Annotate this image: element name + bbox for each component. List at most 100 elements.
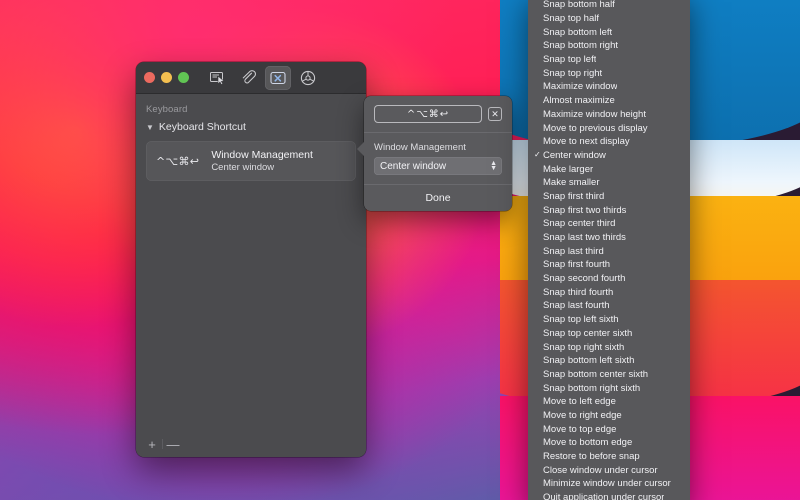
menu-item-label: Center window	[543, 150, 606, 161]
menu-item-label: Restore to before snap	[543, 451, 640, 462]
menu-item[interactable]: Move to bottom edge	[528, 436, 690, 450]
menu-item[interactable]: Snap top left sixth	[528, 313, 690, 327]
menu-item[interactable]: Maximize window	[528, 80, 690, 94]
menu-item[interactable]: Snap bottom left	[528, 25, 690, 39]
menu-item[interactable]: Quit application under cursor	[528, 491, 690, 500]
traffic-light-group	[144, 72, 189, 83]
toolbar	[205, 66, 321, 90]
window-footer: + —	[136, 431, 366, 457]
section-title: Keyboard	[146, 104, 356, 115]
footer-divider	[162, 439, 163, 449]
shortcut-field-row: ^⌥⌘↩ ✕	[374, 105, 502, 123]
menu-item-label: Snap center third	[543, 218, 615, 229]
menu-item-label: Make smaller	[543, 177, 600, 188]
menu-item-label: Snap top right	[543, 68, 602, 79]
menu-item[interactable]: Almost maximize	[528, 94, 690, 108]
menu-item-label: Quit application under cursor	[543, 492, 664, 500]
steering-wheel-icon	[300, 70, 316, 86]
menu-item-label: Snap bottom right	[543, 40, 618, 51]
keyboard-shortcut-icon	[270, 71, 286, 85]
disclosure-label: Keyboard Shortcut	[159, 121, 246, 133]
shortcut-text-group: Window Management Center window	[211, 149, 313, 173]
menu-item[interactable]: Move to right edge	[528, 409, 690, 423]
done-button[interactable]: Done	[425, 192, 450, 204]
menu-item[interactable]: Snap top left	[528, 53, 690, 67]
action-select[interactable]: Center window ▲▼	[374, 157, 502, 175]
minimize-button[interactable]	[161, 72, 172, 83]
menu-item[interactable]: Snap bottom right sixth	[528, 381, 690, 395]
menu-item-label: Snap second fourth	[543, 273, 625, 284]
menu-item[interactable]: Snap bottom center sixth	[528, 368, 690, 382]
menu-item[interactable]: Snap bottom right	[528, 39, 690, 53]
menu-item[interactable]: Move to previous display	[528, 121, 690, 135]
menu-item-label: Move to left edge	[543, 396, 616, 407]
menu-item[interactable]: Move to left edge	[528, 395, 690, 409]
menu-item[interactable]: Minimize window under cursor	[528, 477, 690, 491]
remove-shortcut-button[interactable]: —	[165, 436, 181, 452]
zoom-button[interactable]	[178, 72, 189, 83]
menu-item[interactable]: Snap top right sixth	[528, 340, 690, 354]
menu-item[interactable]: Snap top center sixth	[528, 327, 690, 341]
shortcut-list-item[interactable]: ^⌥⌘↩ Window Management Center window	[146, 141, 356, 181]
menu-item[interactable]: Snap last third	[528, 244, 690, 258]
menu-item[interactable]: Snap last two thirds	[528, 231, 690, 245]
toolbar-steering-wheel-button[interactable]	[295, 66, 321, 90]
clear-shortcut-icon[interactable]: ✕	[488, 107, 502, 121]
menu-item[interactable]: Maximize window height	[528, 108, 690, 122]
shortcut-editor-popover: ^⌥⌘↩ ✕ Window Management Center window ▲…	[364, 96, 512, 211]
menu-item[interactable]: ✓Center window	[528, 149, 690, 163]
menu-item-label: Snap bottom center sixth	[543, 369, 648, 380]
menu-item-label: Make larger	[543, 164, 593, 175]
menu-item-label: Move to previous display	[543, 123, 648, 134]
menu-item-label: Snap top left	[543, 54, 596, 65]
popover-footer: Done	[364, 184, 512, 211]
add-shortcut-button[interactable]: +	[144, 436, 160, 452]
menu-item[interactable]: Snap top right	[528, 66, 690, 80]
menu-item[interactable]: Close window under cursor	[528, 463, 690, 477]
menu-item-label: Snap third fourth	[543, 287, 613, 298]
chevron-updown-icon: ▲▼	[490, 161, 497, 171]
menu-item[interactable]: Snap bottom left sixth	[528, 354, 690, 368]
toolbar-keyboard-shortcut-button[interactable]	[265, 66, 291, 90]
menu-item[interactable]: Snap second fourth	[528, 272, 690, 286]
popover-shortcut-section: ^⌥⌘↩ ✕	[364, 96, 512, 132]
menu-item-label: Snap first fourth	[543, 259, 610, 270]
paperclip-icon	[241, 70, 256, 85]
menu-item[interactable]: Snap center third	[528, 217, 690, 231]
toolbar-mouse-pointer-button[interactable]	[205, 66, 231, 90]
menu-item[interactable]: Snap third fourth	[528, 285, 690, 299]
menu-item-label: Move to right edge	[543, 410, 622, 421]
app-window: Keyboard ▼ Keyboard Shortcut ^⌥⌘↩ Window…	[136, 62, 366, 457]
menu-item[interactable]: Make larger	[528, 162, 690, 176]
menu-item-label: Move to bottom edge	[543, 437, 632, 448]
action-dropdown-menu[interactable]: Snap bottom halfSnap top halfSnap bottom…	[528, 0, 690, 500]
menu-item-label: Snap first two thirds	[543, 205, 626, 216]
disclosure-row-keyboard-shortcut[interactable]: ▼ Keyboard Shortcut	[146, 121, 356, 133]
menu-item[interactable]: Restore to before snap	[528, 450, 690, 464]
menu-item[interactable]: Make smaller	[528, 176, 690, 190]
menu-item-label: Snap top left sixth	[543, 314, 619, 325]
shortcut-keys: ^⌥⌘↩	[156, 155, 199, 168]
menu-item[interactable]: Snap bottom half	[528, 0, 690, 12]
menu-item[interactable]: Snap first fourth	[528, 258, 690, 272]
menu-item[interactable]: Snap last fourth	[528, 299, 690, 313]
menu-item-label: Snap top center sixth	[543, 328, 632, 339]
close-button[interactable]	[144, 72, 155, 83]
menu-item[interactable]: Move to next display	[528, 135, 690, 149]
menu-item-label: Almost maximize	[543, 95, 615, 106]
menu-item-label: Snap last third	[543, 246, 604, 257]
menu-item[interactable]: Snap first two thirds	[528, 203, 690, 217]
popover-action-section: Window Management Center window ▲▼	[364, 132, 512, 184]
menu-item[interactable]: Move to top edge	[528, 422, 690, 436]
menu-item-label: Snap top right sixth	[543, 342, 624, 353]
menu-item-label: Snap bottom right sixth	[543, 383, 640, 394]
menu-item-label: Move to top edge	[543, 424, 616, 435]
menu-item-label: Close window under cursor	[543, 465, 658, 476]
menu-item[interactable]: Snap first third	[528, 190, 690, 204]
checkmark-icon: ✓	[534, 151, 543, 159]
menu-item[interactable]: Snap top half	[528, 12, 690, 26]
menu-item-label: Snap top half	[543, 13, 599, 24]
toolbar-paperclip-button[interactable]	[235, 66, 261, 90]
action-select-value: Center window	[380, 161, 446, 172]
shortcut-recorder-input[interactable]: ^⌥⌘↩	[374, 105, 482, 123]
